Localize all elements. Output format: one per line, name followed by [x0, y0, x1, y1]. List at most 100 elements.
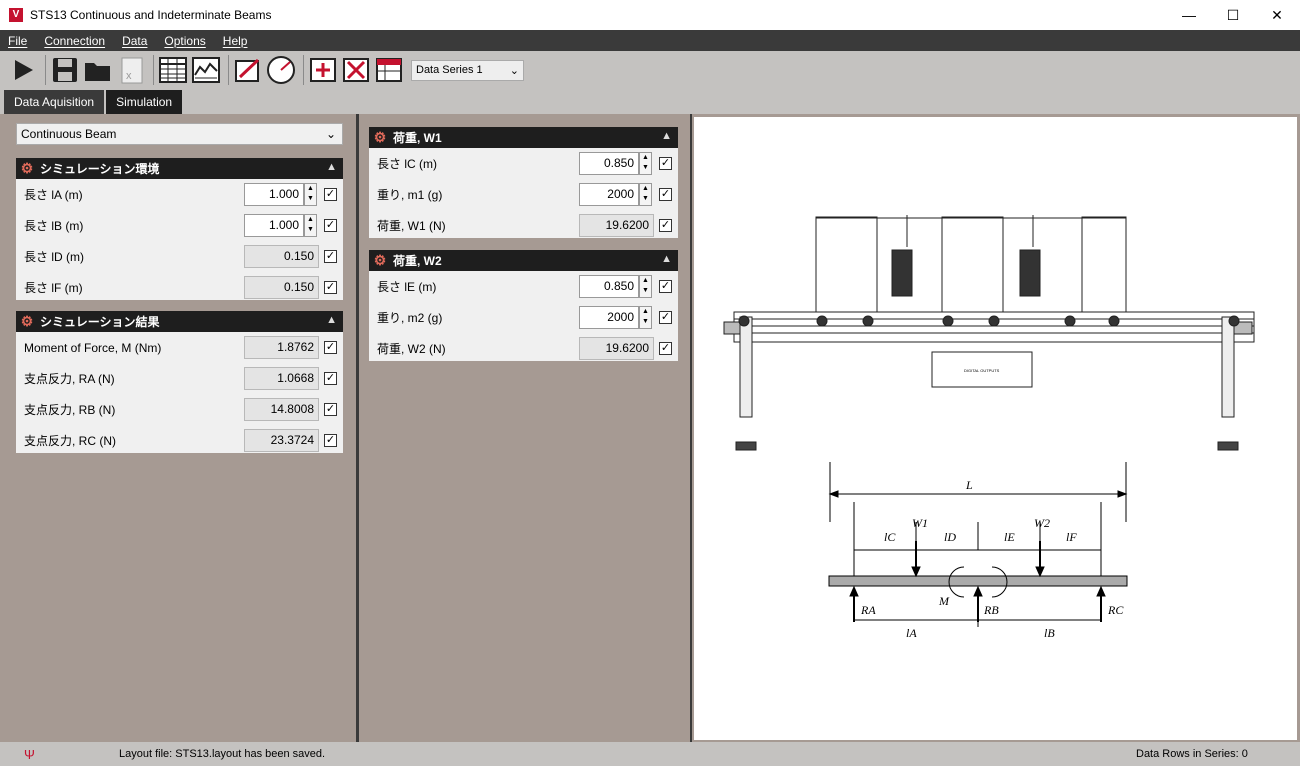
- row-label: 長さ lB (m): [24, 219, 84, 233]
- checkbox[interactable]: ✓: [324, 188, 337, 201]
- spinner[interactable]: ▲ ▼: [304, 183, 317, 206]
- label-lA: lA: [906, 626, 917, 640]
- menu-file[interactable]: File: [8, 34, 27, 48]
- checkbox[interactable]: ✓: [324, 372, 337, 385]
- menu-bar: File Connection Data Options Help: [0, 30, 1300, 51]
- length-lc-input[interactable]: 0.850: [579, 152, 639, 175]
- load-w2-panel-header[interactable]: ⚙ 荷重, W2 ▲: [369, 250, 678, 271]
- menu-data[interactable]: Data: [122, 34, 147, 48]
- collapse-icon[interactable]: ▲: [661, 130, 672, 142]
- status-message: Layout file: STS13.layout has been saved…: [119, 748, 326, 760]
- delete-series-icon[interactable]: [341, 55, 371, 85]
- length-le-input[interactable]: 0.850: [579, 275, 639, 298]
- spinner[interactable]: ▲ ▼: [639, 275, 652, 298]
- row-label: Moment of Force, M (Nm): [24, 340, 162, 355]
- load-w1-panel-header[interactable]: ⚙ 荷重, W1 ▲: [369, 127, 678, 148]
- column-divider[interactable]: [356, 114, 359, 742]
- tab-simulation[interactable]: Simulation: [106, 90, 183, 114]
- environment-panel: ⚙ シミュレーション環境 ▲ 長さ lA (m) 1.000 ▲ ▼ ✓ 長さ lB (m)…: [16, 158, 343, 300]
- result-row: 支点反力, RC (N) 23.3724 ✓: [16, 425, 343, 456]
- row-label: 支点反力, RA (N): [24, 372, 115, 386]
- mass-m1-input[interactable]: 2000: [579, 183, 639, 206]
- checkbox[interactable]: ✓: [324, 219, 337, 232]
- length-lb-input[interactable]: 1.000: [244, 214, 304, 237]
- edit-chart-icon[interactable]: [233, 55, 263, 85]
- checkbox[interactable]: ✓: [324, 403, 337, 416]
- close-button[interactable]: ✕: [1254, 0, 1300, 30]
- series-table-icon[interactable]: [374, 55, 404, 85]
- label-RB: RB: [983, 603, 999, 617]
- row-label: 長さ lD (m): [24, 250, 84, 264]
- label-RC: RC: [1107, 603, 1124, 617]
- label-lF: lF: [1066, 530, 1077, 544]
- gear-icon: ⚙: [373, 129, 387, 145]
- save-icon[interactable]: [50, 55, 80, 85]
- column-divider[interactable]: [690, 114, 692, 742]
- reaction-ra-value: 1.0668: [244, 367, 319, 390]
- toolbar-separator: [228, 55, 229, 85]
- minimize-button[interactable]: —: [1166, 0, 1212, 30]
- spinner[interactable]: ▲ ▼: [639, 152, 652, 175]
- tab-data-aquisition[interactable]: Data Aquisition: [4, 90, 105, 114]
- environment-panel-header[interactable]: ⚙ シミュレーション環境 ▲: [16, 158, 343, 179]
- result-row: 支点反力, RA (N) 1.0668 ✓: [16, 363, 343, 394]
- add-series-icon[interactable]: [308, 55, 338, 85]
- w2-row: 長さ lE (m) 0.850 ▲ ▼ ✓: [369, 271, 678, 302]
- toolbar-separator: [303, 55, 304, 85]
- table-icon[interactable]: [158, 55, 188, 85]
- toolbar-separator: [45, 55, 46, 85]
- play-icon[interactable]: [8, 55, 38, 85]
- row-label: 長さ lA (m): [24, 188, 83, 202]
- checkbox[interactable]: ✓: [659, 311, 672, 324]
- reaction-rb-value: 14.8008: [244, 398, 319, 421]
- checkbox[interactable]: ✓: [659, 280, 672, 293]
- env-row: 長さ lA (m) 1.000 ▲ ▼ ✓: [16, 179, 343, 210]
- gear-icon: ⚙: [20, 160, 34, 176]
- w1-row: 荷重, W1 (N) 19.6200 ✓: [369, 210, 678, 241]
- row-label: 長さ lC (m): [377, 157, 437, 171]
- result-row: 支点反力, RB (N) 14.8008 ✓: [16, 394, 343, 425]
- length-la-input[interactable]: 1.000: [244, 183, 304, 206]
- results-panel-header[interactable]: ⚙ シミュレーション結果 ▲: [16, 311, 343, 332]
- collapse-icon[interactable]: ▲: [326, 161, 337, 173]
- beam-type-select[interactable]: Continuous Beam ⌄: [16, 123, 343, 145]
- checkbox[interactable]: ✓: [324, 281, 337, 294]
- data-series-select[interactable]: Data Series 1 ⌄: [411, 59, 524, 81]
- row-label: 荷重, W1 (N): [377, 219, 446, 233]
- beam-diagram: DIGITAL OUTPUTS L W1 W2 lC lD lE lF M RA…: [723, 215, 1255, 640]
- label-W1: W1: [912, 516, 928, 530]
- collapse-icon[interactable]: ▲: [326, 314, 337, 326]
- mass-m2-input[interactable]: 2000: [579, 306, 639, 329]
- spinner[interactable]: ▲ ▼: [639, 306, 652, 329]
- checkbox[interactable]: ✓: [659, 188, 672, 201]
- load-w1-panel: ⚙ 荷重, W1 ▲ 長さ lC (m) 0.850 ▲ ▼ ✓ 重り, m1 (g) 200…: [369, 127, 678, 238]
- export-excel-icon[interactable]: x: [116, 55, 146, 85]
- menu-options[interactable]: Options: [164, 34, 205, 48]
- checkbox[interactable]: ✓: [659, 157, 672, 170]
- row-label: 重り, m2 (g): [377, 311, 443, 325]
- beam-diagram-panel: DIGITAL OUTPUTS L W1 W2 lC lD lE lF M RA…: [694, 117, 1297, 740]
- checkbox[interactable]: ✓: [659, 342, 672, 355]
- svg-text:x: x: [126, 70, 132, 82]
- open-folder-icon[interactable]: [83, 55, 113, 85]
- row-label: 長さ lF (m): [24, 281, 83, 295]
- spinner[interactable]: ▲ ▼: [304, 214, 317, 237]
- app-icon: V: [9, 8, 23, 22]
- checkbox[interactable]: ✓: [324, 434, 337, 447]
- collapse-icon[interactable]: ▲: [661, 253, 672, 265]
- length-lf-value: 0.150: [244, 276, 319, 299]
- menu-help[interactable]: Help: [223, 34, 248, 48]
- checkbox[interactable]: ✓: [324, 250, 337, 263]
- data-rows-count: Data Rows in Series: 0: [1136, 748, 1248, 760]
- row-label: 支点反力, RC (N): [24, 434, 116, 448]
- gauge-icon[interactable]: [266, 55, 296, 85]
- checkbox[interactable]: ✓: [659, 219, 672, 232]
- chevron-down-icon: ⌄: [325, 127, 336, 141]
- toolbar-separator: [153, 55, 154, 85]
- w1-row: 重り, m1 (g) 2000 ▲ ▼ ✓: [369, 179, 678, 210]
- maximize-button[interactable]: ☐: [1210, 0, 1256, 30]
- spinner[interactable]: ▲ ▼: [639, 183, 652, 206]
- chart-icon[interactable]: [191, 55, 221, 85]
- menu-connection[interactable]: Connection: [44, 34, 105, 48]
- checkbox[interactable]: ✓: [324, 341, 337, 354]
